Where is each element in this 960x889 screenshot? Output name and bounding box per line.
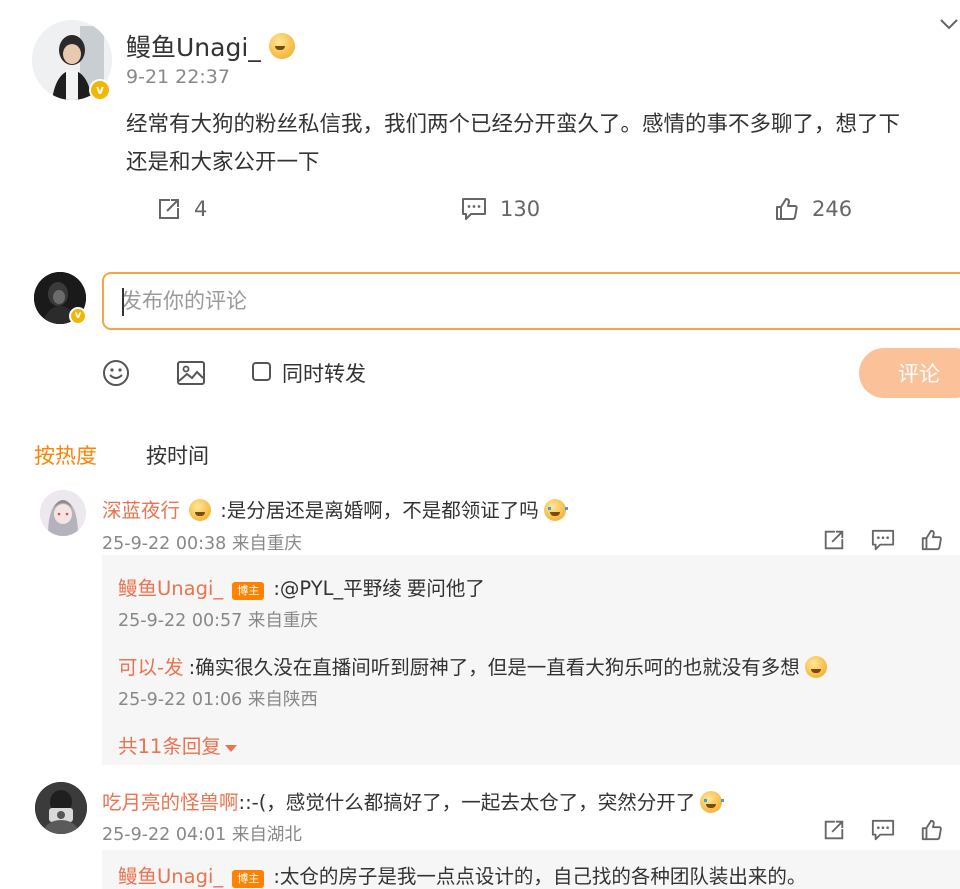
commenter-name[interactable]: 吃月亮的怪兽啊 [102,791,239,814]
crying-emoji-icon [543,499,568,521]
reply-time: 25-9-22 01:06 来自陕西 [118,690,318,710]
reply-text: :太仓的房子是我一点点设计的，自己找的各种团队装出来的。 [273,865,807,888]
comment-icon[interactable] [870,528,896,552]
commenter-name[interactable]: 深蓝夜行 [102,499,180,522]
reply-author-name[interactable]: 可以-发 [118,656,184,679]
caret-down-icon [224,745,237,752]
comment-icon [462,198,486,220]
post-content-line-2: 还是和大家公开一下 [126,150,320,175]
comment-text: :是分居还是离婚啊，不是都领证了吗 [220,499,539,522]
thumbs-up-icon[interactable] [920,528,944,552]
more-replies-label: 共11条回复 [118,735,221,758]
comment-icon[interactable] [870,818,896,842]
repost-icon[interactable] [822,818,846,842]
post-content-line-1: 经常有大狗的粉丝私信我，我们两个已经分开蛮久了。感情的事不多聊了，想了下 [126,112,901,137]
comment-count: 130 [500,197,541,221]
reply-author-name[interactable]: 鳗鱼Unagi_ [118,577,223,600]
reply-mention[interactable]: :@PYL_平野绫 [273,577,401,600]
tab-sort-time[interactable]: 按时间 [146,440,209,470]
chevron-down-icon[interactable] [940,18,958,30]
reply-text: :确实很久没在直播间听到厨神了，但是一直看大狗乐呵的也就没有多想 [188,656,800,679]
repost-button[interactable]: 4 [156,196,207,222]
fan-badge-icon [268,33,295,59]
post-time[interactable]: 9-21 22:37 [126,66,230,88]
comment-input-box[interactable] [102,272,960,330]
thumbs-up-icon [776,198,798,220]
thumbs-up-icon[interactable] [920,818,944,842]
also-repost-checkbox[interactable] [252,362,271,381]
comment-button[interactable]: 130 [460,196,540,222]
like-button[interactable]: 246 [774,196,852,222]
repost-icon[interactable] [822,528,846,552]
reply-text: 要问他了 [406,577,485,600]
text-cursor [122,288,124,316]
emoji-icon[interactable] [102,359,130,387]
also-repost-label[interactable]: 同时转发 [282,358,366,388]
author-tag-badge: 博主 [232,869,265,888]
comment-time: 25-9-22 00:38 来自重庆 [102,534,302,554]
comment-time: 25-9-22 04:01 来自湖北 [102,825,302,845]
reply-time: 25-9-22 00:57 来自重庆 [118,611,318,631]
verified-badge-icon: v [69,307,87,325]
author-name[interactable]: 鳗鱼Unagi_ [126,28,261,64]
author-tag-badge: 博主 [232,581,265,600]
repost-count: 4 [194,197,208,221]
tab-sort-hot[interactable]: 按热度 [34,440,97,470]
verified-badge-icon: v [89,79,111,101]
reply-author-name[interactable]: 鳗鱼Unagi_ [118,865,223,888]
commenter-avatar[interactable] [40,490,86,536]
fan-badge-icon [189,499,212,521]
crying-emoji-icon [700,791,725,813]
grin-emoji-icon [804,656,827,678]
commenter-avatar[interactable] [35,782,87,834]
comment-text: ::-(，感觉什么都搞好了，一起去太仓了，突然分开了 [238,791,696,814]
submit-comment-button[interactable]: 评论 [859,348,960,398]
image-icon[interactable] [176,359,206,387]
repost-icon [159,199,179,219]
comment-input[interactable] [104,274,960,328]
more-replies-link[interactable]: 共11条回复 [118,730,237,759]
like-count: 246 [812,197,853,221]
